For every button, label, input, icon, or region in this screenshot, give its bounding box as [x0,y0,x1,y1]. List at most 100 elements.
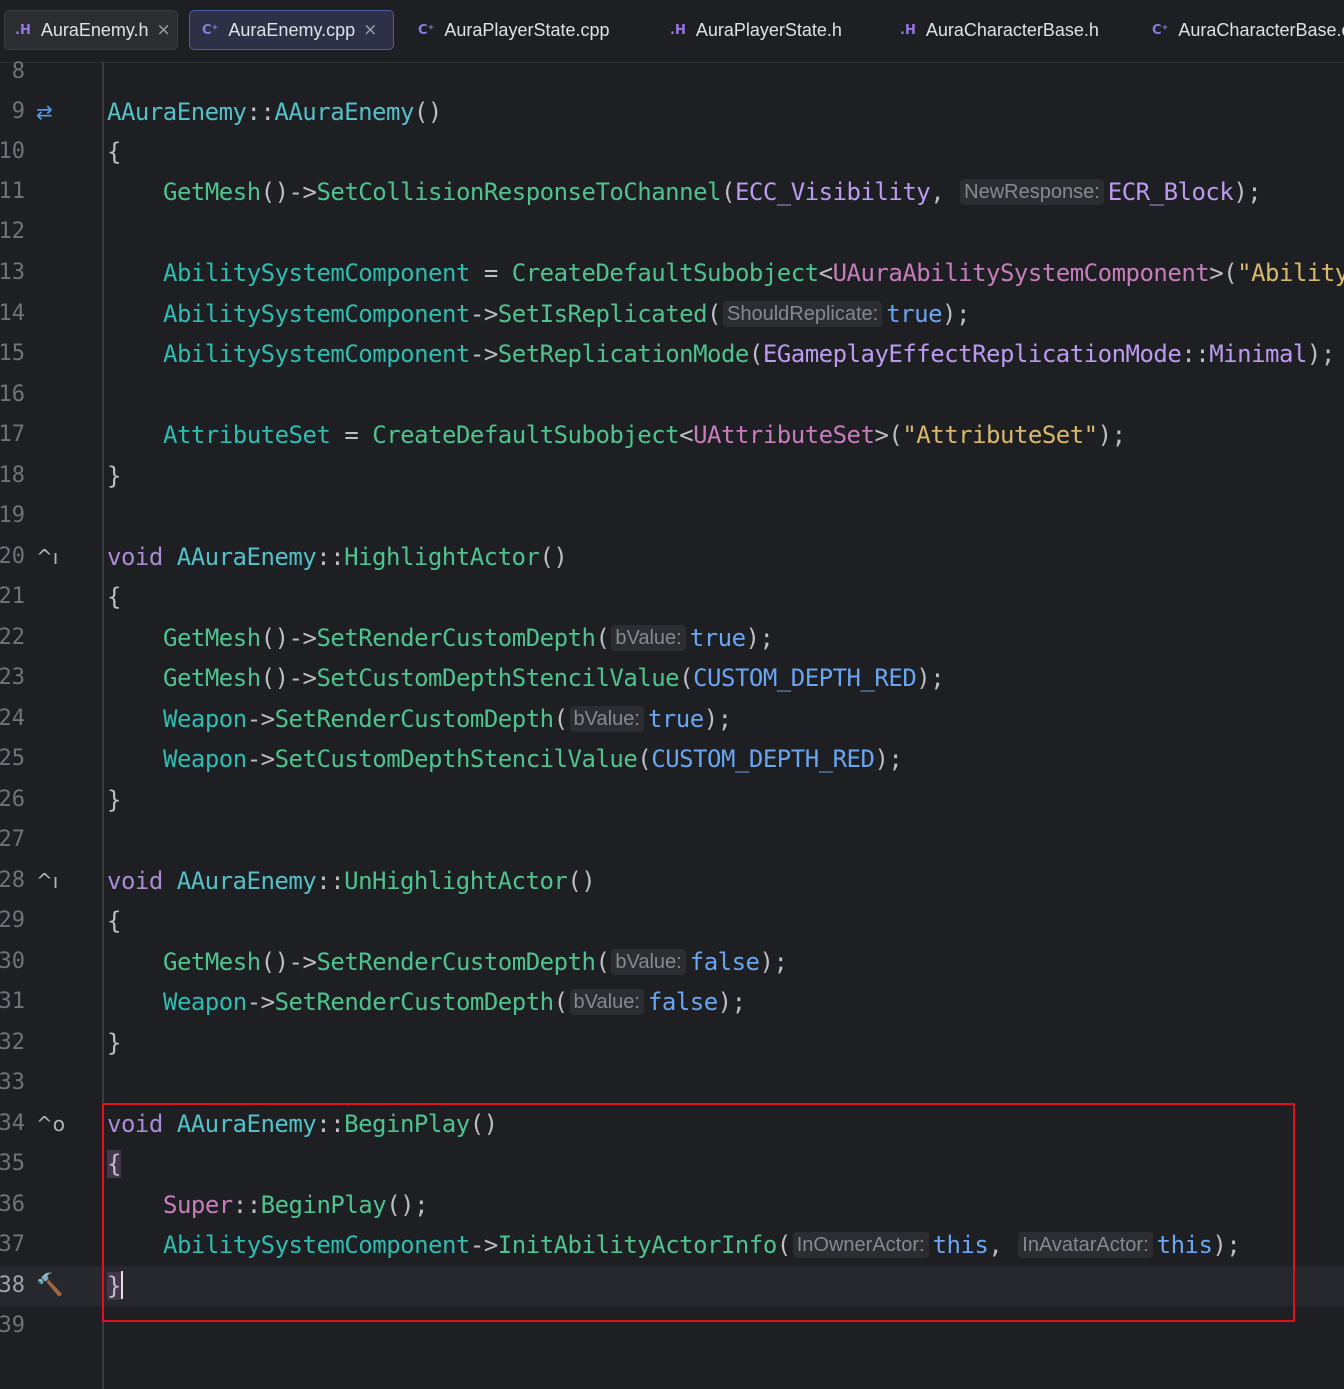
override-icon[interactable]: ^ı [36,861,58,901]
code-text: Super::BeginPlay(); [163,1191,429,1219]
code-text: { [107,583,121,611]
parameter-hint: ShouldReplicate: [723,301,883,327]
line-number: 8 [11,59,25,84]
cpp-file-icon: C⁺ [202,22,219,38]
code-line: 37 AbilitySystemComponent->InitAbilityAc… [0,1225,1344,1265]
line-number: 20 [0,544,25,569]
line-number: 27 [0,827,25,852]
code-text: void AAuraEnemy::UnHighlightActor() [107,867,596,895]
code-line: 34 ^o void AAuraEnemy::BeginPlay() [0,1104,1344,1144]
matched-brace: { [107,1150,121,1178]
cpp-file-icon: C⁺ [418,22,435,38]
code-line: 35 { [0,1144,1344,1184]
code-text: GetMesh()->SetCollisionResponseToChannel… [163,178,1262,206]
code-text: AbilitySystemComponent->SetIsReplicated(… [163,300,970,328]
code-text: void AAuraEnemy::HighlightActor() [107,543,568,571]
code-line: 17 AttributeSet = CreateDefaultSubobject… [0,415,1344,455]
code-line: 15 AbilitySystemComponent->SetReplicatio… [0,334,1344,374]
parameter-hint: NewResponse: [960,179,1104,205]
code-text: GetMesh()->SetRenderCustomDepth(bValue: f… [163,948,788,976]
code-line: 14 AbilitySystemComponent->SetIsReplicat… [0,294,1344,334]
header-file-icon: .H [900,22,916,38]
code-text: AbilitySystemComponent->InitAbilityActor… [163,1231,1241,1259]
tab-aura-player-state-h[interactable]: .H AuraPlayerState.h [670,10,880,50]
code-line: 16 [0,375,1344,415]
code-text: AbilitySystemComponent = CreateDefaultSu… [163,259,1344,287]
code-text: GetMesh()->SetCustomDepthStencilValue(CU… [163,664,945,692]
header-file-icon: .H [15,22,31,38]
line-number: 30 [0,949,25,974]
code-line: 27 [0,820,1344,860]
code-text: AAuraEnemy::AAuraEnemy() [107,98,442,126]
header-file-icon: .H [670,22,686,38]
cpp-file-icon: C⁺ [1152,22,1169,38]
code-line: 32 } [0,1023,1344,1063]
line-number: 16 [0,382,25,407]
matched-brace: } [107,1272,121,1300]
line-number: 9 [11,99,25,124]
line-number: 31 [0,989,25,1014]
code-line: 29 { [0,901,1344,941]
close-icon[interactable]: × [363,20,377,40]
parameter-hint: InAvatarActor: [1018,1232,1153,1258]
code-line: 31 Weapon->SetRenderCustomDepth(bValue: f… [0,982,1344,1022]
code-text: Weapon->SetCustomDepthStencilValue(CUSTO… [163,745,903,773]
close-icon[interactable]: × [157,20,171,40]
parameter-hint: InOwnerActor: [792,1232,929,1258]
line-number: 13 [0,260,25,285]
code-line: 22 GetMesh()->SetRenderCustomDepth(bValu… [0,618,1344,658]
line-number: 22 [0,625,25,650]
override-icon[interactable]: ^o [36,1104,65,1144]
line-number: 37 [0,1232,25,1257]
code-line: 8 [0,52,1344,92]
tab-label: AuraEnemy.h [40,19,149,40]
code-line: 10 { [0,132,1344,172]
line-number: 15 [0,341,25,366]
tab-aura-enemy-cpp[interactable]: C⁺ AuraEnemy.cpp × [189,10,394,50]
line-number: 34 [0,1111,25,1136]
code-line: 18 } [0,456,1344,496]
code-editor[interactable]: 8 9 ⇄ AAuraEnemy::AAuraEnemy() 10 { 11 G… [0,59,1344,1389]
line-number: 28 [0,868,25,893]
line-number: 17 [0,422,25,447]
code-line: 12 [0,212,1344,252]
implements-icon[interactable]: ⇄ [36,92,53,132]
code-line: 39 [0,1306,1344,1346]
code-text: void AAuraEnemy::BeginPlay() [107,1110,498,1138]
line-number: 10 [0,139,25,164]
code-text: Weapon->SetRenderCustomDepth(bValue: true… [163,705,732,733]
line-number: 21 [0,584,25,609]
override-icon[interactable]: ^ı [36,537,58,577]
tab-label: AuraCharacterBase.cpp [1178,19,1344,40]
code-line: 20 ^ı void AAuraEnemy::HighlightActor() [0,537,1344,577]
tab-label: AuraPlayerState.h [695,19,842,40]
code-line: 28 ^ı void AAuraEnemy::UnHighlightActor(… [0,861,1344,901]
tab-label: AuraPlayerState.cpp [444,19,610,40]
tab-aura-enemy-h[interactable]: .H AuraEnemy.h × [4,10,178,50]
code-line: 23 GetMesh()->SetCustomDepthStencilValue… [0,658,1344,698]
current-code-line: 38 🔨 } [0,1266,1344,1306]
tab-aura-character-base-h[interactable]: .H AuraCharacterBase.h [900,10,1130,50]
code-line: 9 ⇄ AAuraEnemy::AAuraEnemy() [0,92,1344,132]
code-line: 19 [0,496,1344,536]
tab-aura-player-state-cpp[interactable]: C⁺ AuraPlayerState.cpp [418,10,648,50]
line-number: 24 [0,706,25,731]
code-line: 26 } [0,780,1344,820]
build-hammer-icon[interactable]: 🔨 [36,1266,63,1306]
code-text: AbilitySystemComponent->SetReplicationMo… [163,340,1335,368]
tab-label: AuraEnemy.cpp [228,19,356,40]
code-text: } [107,1266,123,1306]
line-number: 12 [0,219,25,244]
code-text: AttributeSet = CreateDefaultSubobject<UA… [163,421,1126,449]
code-line: 36 Super::BeginPlay(); [0,1185,1344,1225]
parameter-hint: bValue: [611,949,686,975]
parameter-hint: bValue: [569,989,644,1015]
code-text: { [107,907,121,935]
line-number: 36 [0,1192,25,1217]
line-number: 39 [0,1313,25,1338]
line-number: 18 [0,463,25,488]
code-text: } [107,1029,121,1057]
code-text: Weapon->SetRenderCustomDepth(bValue: fals… [163,988,746,1016]
tab-aura-character-base-cpp[interactable]: C⁺ AuraCharacterBase.cpp [1152,10,1344,50]
line-number: 23 [0,665,25,690]
